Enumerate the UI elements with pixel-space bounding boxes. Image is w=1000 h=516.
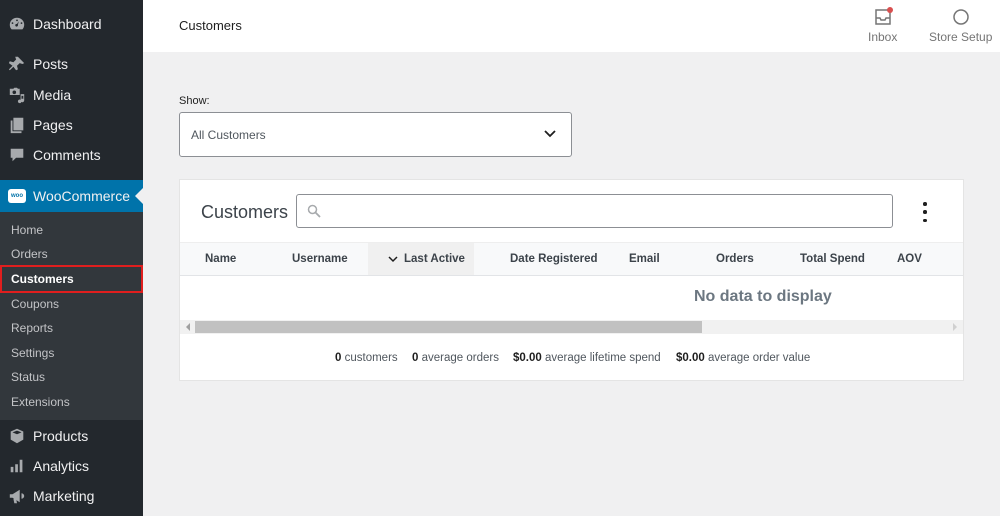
sidebar-item-dashboard[interactable]: Dashboard [0, 9, 143, 39]
selected-filter-value: All Customers [191, 127, 266, 142]
table-header: Name Username Last Active Date Registere… [180, 242, 963, 276]
sidebar-item-label: Analytics [33, 458, 90, 474]
submenu-item-extensions[interactable]: Extensions [0, 390, 143, 414]
notification-dot [886, 7, 893, 13]
box-icon [7, 426, 27, 446]
sidebar-item-woocommerce[interactable]: woo WooCommerce [0, 180, 143, 212]
column-header-aov[interactable]: AOV [897, 243, 922, 275]
column-header-username[interactable]: Username [292, 243, 348, 275]
sidebar-item-marketing[interactable]: Marketing [0, 481, 143, 511]
megaphone-icon [7, 486, 27, 506]
woocommerce-submenu: Home Orders Customers Coupons Reports Se… [0, 212, 143, 420]
submenu-item-settings[interactable]: Settings [0, 341, 143, 365]
sidebar-item-label: Comments [33, 147, 101, 163]
submenu-item-home[interactable]: Home [0, 218, 143, 242]
submenu-item-orders[interactable]: Orders [0, 242, 143, 266]
horizontal-scrollbar[interactable] [180, 320, 963, 334]
woocommerce-icon: woo [8, 189, 26, 203]
dashboard-icon [7, 14, 27, 34]
sidebar-item-pages[interactable]: Pages [0, 110, 143, 140]
table-title: Customers [201, 202, 289, 222]
media-icon [7, 85, 27, 105]
sidebar-item-analytics[interactable]: Analytics [0, 451, 143, 481]
customer-filter-select[interactable]: All Customers [179, 112, 572, 157]
submenu-item-customers[interactable]: Customers [0, 265, 143, 293]
submenu-item-coupons[interactable]: Coupons [0, 292, 143, 316]
admin-sidebar: Dashboard Posts Media Pages Comments woo… [0, 0, 143, 516]
sidebar-item-label: Dashboard [33, 16, 102, 32]
sidebar-item-comments[interactable]: Comments [0, 140, 143, 170]
summary-average-orders: 0 average orders [412, 352, 499, 364]
inbox-label: Inbox [868, 30, 898, 44]
store-setup-label: Store Setup [929, 30, 993, 44]
store-setup-button[interactable]: Store Setup [929, 6, 992, 44]
column-header-total-spend[interactable]: Total Spend [800, 243, 865, 275]
column-header-last-active[interactable]: Last Active [368, 243, 474, 275]
sidebar-item-label: Posts [33, 56, 69, 72]
more-options-menu-icon[interactable] [918, 200, 932, 224]
summary-customers: 0 customers [335, 352, 398, 364]
sidebar-item-products[interactable]: Products [0, 421, 143, 451]
customer-search-input[interactable] [296, 194, 893, 228]
page-title: Customers [179, 18, 242, 33]
sort-descending-icon [388, 256, 398, 263]
scrollbar-thumb[interactable] [195, 321, 702, 333]
column-header-orders[interactable]: Orders [716, 243, 754, 275]
bar-chart-icon [7, 456, 27, 476]
circle-progress-icon [950, 6, 972, 28]
column-header-name[interactable]: Name [205, 243, 236, 275]
sidebar-item-label: Pages [33, 117, 73, 133]
pages-icon [7, 115, 27, 135]
scroll-right-icon[interactable] [953, 323, 957, 331]
inbox-icon [872, 6, 894, 28]
sidebar-item-label: Products [33, 428, 89, 444]
page-header: Customers Inbox Store Setup [143, 0, 1000, 52]
pushpin-icon [7, 54, 27, 74]
sidebar-item-label: Media [33, 87, 72, 103]
inbox-button[interactable]: Inbox [868, 6, 897, 44]
sidebar-item-label: Marketing [33, 488, 95, 504]
current-menu-arrow [135, 188, 143, 204]
submenu-item-status[interactable]: Status [0, 365, 143, 389]
summary-average-lifetime-spend: $0.00 average lifetime spend [513, 352, 661, 364]
summary-average-order-value: $0.00 average order value [676, 352, 811, 364]
column-header-label: Last Active [404, 253, 465, 265]
comment-icon [7, 145, 27, 165]
empty-state: No data to display [180, 277, 963, 321]
scroll-left-icon[interactable] [186, 323, 190, 331]
customers-table-card: Customers Name Username Last Active Date… [179, 179, 964, 381]
empty-message: No data to display [694, 288, 832, 305]
search-icon [307, 204, 321, 218]
sidebar-item-posts[interactable]: Posts [0, 49, 143, 79]
chevron-down-icon [544, 130, 556, 138]
sidebar-item-media[interactable]: Media [0, 80, 143, 110]
submenu-item-reports[interactable]: Reports [0, 316, 143, 340]
column-header-email[interactable]: Email [629, 243, 660, 275]
sidebar-item-label: WooCommerce [33, 188, 130, 204]
show-filter-label: Show: [179, 95, 210, 107]
column-header-date-registered[interactable]: Date Registered [510, 243, 598, 275]
